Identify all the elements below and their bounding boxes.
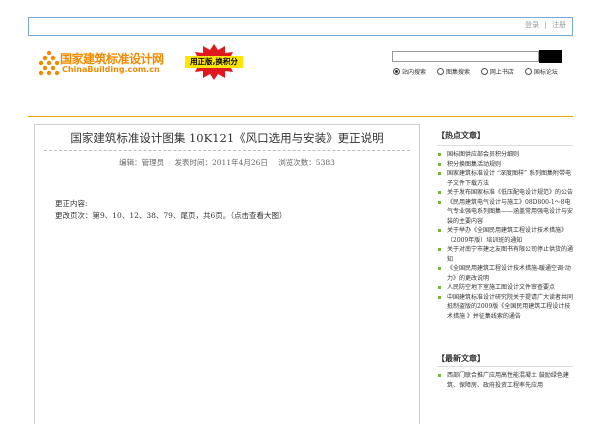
list-item[interactable]: 《全国民用建筑工程设计技术措施-暖通空调·动力》的更改说明	[437, 264, 573, 283]
register-link[interactable]: 注册	[552, 21, 566, 29]
bullet-icon	[438, 267, 441, 270]
bullet-icon	[438, 200, 441, 204]
bullet-icon	[438, 153, 441, 156]
article-date: 发表时间：2011年4月26日	[174, 158, 268, 167]
top-bar: 登录 | 注册	[28, 17, 573, 36]
article-title: 国家建筑标准设计图集 10K121《风口选用与安装》更正说明	[70, 131, 384, 145]
logo-mark-icon	[38, 50, 60, 76]
content-label: 更正内容:	[55, 199, 88, 208]
genuine-promo-badge[interactable]: 用正版,换积分	[183, 44, 245, 80]
article-editor: 编辑：管理员	[119, 158, 165, 167]
list-item[interactable]: 国家建筑标准设计 “深度图样” 系列图集附带电子文件下载方法	[437, 169, 573, 188]
bullet-icon	[438, 374, 441, 377]
new-articles-title: 【最新文章】	[437, 353, 485, 363]
list-item-text: 人民防空地下室施工图设计文件审查要点	[447, 284, 556, 291]
list-item[interactable]: 国标图供应部会员积分细则	[437, 150, 573, 160]
link-separator: |	[544, 21, 547, 29]
list-item[interactable]: 西部门联合推广应用高性能混凝土 鼓励绿色建筑、保障房、政府投资工程率先应用	[437, 371, 573, 390]
radio-label: 网上书店	[489, 69, 514, 76]
list-item[interactable]: 《民用建筑电气设计与施工》08D800-1～8电气专业强电系列图集——涵盖常用强…	[437, 198, 573, 227]
radio-forum[interactable]: 国标论坛	[524, 67, 558, 76]
radio-label: 国标论坛	[533, 69, 558, 76]
list-item-text: 《民用建筑电气设计与施工》08D800-1～8电气专业强电系列图集——涵盖常用强…	[447, 198, 574, 225]
search-input[interactable]	[392, 51, 539, 62]
radio-site-search[interactable]: 站内搜索	[393, 67, 426, 76]
list-item[interactable]: 积分换图集活动规则	[437, 160, 573, 170]
hot-articles-list: 国标图供应部会员积分细则 积分换图集活动规则 国家建筑标准设计 “深度图样” 系…	[437, 150, 573, 321]
promo-text: 用正版,换积分	[185, 56, 243, 68]
list-item-text: 国标图供应部会员积分细则	[447, 151, 520, 158]
radio-label: 图集搜索	[445, 69, 470, 76]
list-item-text: 《全国民用建筑工程设计技术措施-暖通空调·动力》的更改说明	[447, 265, 571, 282]
list-item-text: 关于举办《全国民用建筑工程设计技术措施》（2009年版）培训班的通知	[447, 227, 568, 244]
header-divider	[28, 116, 573, 117]
search-button[interactable]	[539, 50, 562, 63]
list-item-text: 西部门联合推广应用高性能混凝土 鼓励绿色建筑、保障房、政府投资工程率先应用	[447, 372, 569, 389]
login-link[interactable]: 登录	[525, 21, 539, 29]
article-meta: 编辑：管理员 发表时间：2011年4月26日 浏览次数：5383	[34, 157, 420, 168]
search-scope-options: 站内搜索 图集搜索 网上书店 国标论坛	[393, 67, 567, 76]
article-views: 浏览次数：5383	[278, 158, 335, 167]
list-item[interactable]: 关于举办《全国民用建筑工程设计技术措施》（2009年版）培训班的通知	[437, 226, 573, 245]
content-text[interactable]: 更改页次：第9、10、12、38、79、尾页，共6页。（点击查看大图）	[55, 210, 286, 221]
list-item-text: 关于对南宁市建之友图书有限公司停止供货的通知	[447, 246, 574, 263]
radio-selected-icon	[393, 68, 400, 75]
list-item-text: 国家建筑标准设计 “深度图样” 系列图集附带电子文件下载方法	[447, 170, 571, 187]
list-item[interactable]: 人民防空地下室施工图设计文件审查要点	[437, 283, 573, 293]
bullet-icon	[438, 248, 441, 251]
radio-icon	[524, 68, 532, 75]
radio-bookstore[interactable]: 网上书店	[480, 67, 514, 76]
list-item[interactable]: 关于发布国家标准《低压配电设计规范》的公告	[437, 188, 573, 198]
bullet-icon	[438, 286, 441, 289]
list-item[interactable]: 中国建筑标准设计研究院关于提请广大读者共同抵制盗版的2009版《全国民用建筑工程…	[437, 293, 573, 322]
bullet-icon	[438, 162, 441, 166]
title-divider	[44, 150, 410, 151]
list-item[interactable]: 关于对南宁市建之友图书有限公司停止供货的通知	[437, 245, 573, 264]
bullet-icon	[438, 229, 441, 232]
hot-articles-title: 【热点文章】	[437, 130, 485, 140]
radio-icon	[480, 68, 488, 75]
logo-domain: ChinaBuilding.com.cn	[62, 65, 160, 74]
hot-divider	[437, 145, 573, 146]
radio-atlas-search[interactable]: 图集搜索	[436, 67, 470, 76]
bullet-icon	[438, 172, 441, 175]
list-item-text: 关于发布国家标准《低压配电设计规范》的公告	[447, 189, 574, 196]
new-divider	[437, 366, 573, 367]
radio-icon	[436, 68, 444, 75]
list-item-text: 积分换图集活动规则	[447, 160, 502, 168]
new-articles-list: 西部门联合推广应用高性能混凝土 鼓励绿色建筑、保障房、政府投资工程率先应用	[437, 371, 573, 390]
article-panel	[34, 124, 420, 424]
user-links: 登录 | 注册	[525, 20, 566, 30]
bullet-icon	[438, 295, 441, 299]
radio-label: 站内搜索	[402, 69, 427, 76]
site-logo[interactable]: 国家建筑标准设计网 ChinaBuilding.com.cn	[38, 50, 173, 82]
list-item-text: 中国建筑标准设计研究院关于提请广大读者共同抵制盗版的2009版《全国民用建筑工程…	[447, 293, 574, 320]
bullet-icon	[438, 191, 441, 194]
